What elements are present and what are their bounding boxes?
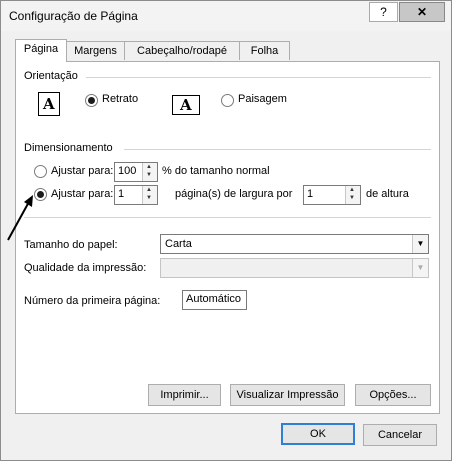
- chevron-down-icon[interactable]: ▼: [412, 259, 428, 277]
- portrait-label[interactable]: Retrato: [102, 93, 138, 105]
- options-button[interactable]: Opções...: [355, 384, 431, 406]
- title-bar: Configuração de Página ? ✕: [1, 1, 451, 31]
- first-page-value: Automático: [186, 293, 242, 305]
- pages-tall-spinner[interactable]: 1 ▲ ▼: [303, 185, 361, 205]
- paper-size-select[interactable]: Carta ▼: [160, 234, 429, 254]
- spin-up-icon[interactable]: ▲: [349, 187, 355, 194]
- pages-tall-value: 1: [307, 188, 314, 200]
- dialog-title: Configuração de Página: [9, 9, 138, 23]
- portrait-glyph: A: [43, 95, 55, 113]
- landscape-radio[interactable]: [221, 94, 234, 107]
- pages-tall-spinner-arrows[interactable]: ▲ ▼: [345, 186, 360, 204]
- pointer-arrow-icon: [7, 195, 33, 241]
- spin-down-icon[interactable]: ▼: [146, 172, 152, 179]
- percent-spinner-arrows[interactable]: ▲ ▼: [142, 163, 157, 181]
- landscape-label[interactable]: Paisagem: [238, 93, 287, 105]
- adjust-percent-radio[interactable]: [34, 165, 47, 178]
- pages-wide-spinner-arrows[interactable]: ▲ ▼: [142, 186, 157, 204]
- scaling-divider: [124, 149, 431, 150]
- paper-size-label: Tamanho do papel:: [24, 239, 118, 251]
- spin-down-icon[interactable]: ▼: [349, 195, 355, 202]
- print-quality-label: Qualidade da impressão:: [24, 262, 147, 274]
- page-setup-dialog: Configuração de Página ? ✕ Página Margen…: [0, 0, 452, 461]
- ok-button[interactable]: OK: [281, 423, 355, 445]
- cancel-button[interactable]: Cancelar: [363, 424, 437, 446]
- tab-sheet[interactable]: Folha: [239, 41, 290, 60]
- first-page-label: Número da primeira página:: [24, 295, 161, 307]
- paper-size-value: Carta: [165, 238, 192, 250]
- spin-down-icon[interactable]: ▼: [146, 195, 152, 202]
- landscape-glyph: A: [180, 96, 192, 114]
- pages-wide-spinner[interactable]: 1 ▲ ▼: [114, 185, 158, 205]
- close-button[interactable]: ✕: [399, 2, 445, 22]
- tab-margins[interactable]: Margens: [66, 41, 125, 60]
- adjust-percent-label[interactable]: Ajustar para:: [51, 165, 113, 177]
- print-quality-select[interactable]: ▼: [160, 258, 429, 278]
- orientation-group-label: Orientação: [24, 70, 78, 82]
- pages-tall-suffix: de altura: [366, 188, 409, 200]
- print-preview-button[interactable]: Visualizar Impressão: [230, 384, 345, 406]
- pages-wide-suffix: página(s) de largura por: [175, 188, 293, 200]
- tab-header-footer[interactable]: Cabeçalho/rodapé: [124, 41, 240, 60]
- percent-value: 100: [118, 165, 137, 177]
- pages-wide-value: 1: [118, 188, 125, 200]
- chevron-down-icon[interactable]: ▼: [412, 235, 428, 253]
- page-tab-panel: Orientação A Retrato A Paisagem Dimensio…: [7, 61, 440, 414]
- percent-suffix: % do tamanho normal: [162, 165, 270, 177]
- print-button[interactable]: Imprimir...: [148, 384, 221, 406]
- portrait-page-icon: A: [38, 92, 60, 116]
- spin-up-icon[interactable]: ▲: [146, 187, 152, 194]
- spin-up-icon[interactable]: ▲: [146, 164, 152, 171]
- help-button[interactable]: ?: [369, 2, 398, 22]
- scaling-group-label: Dimensionamento: [24, 142, 113, 154]
- landscape-page-icon: A: [172, 95, 200, 115]
- first-page-input[interactable]: Automático: [182, 290, 247, 310]
- scaling-bottom-divider: [24, 217, 431, 218]
- fit-to-pages-label[interactable]: Ajustar para:: [51, 188, 113, 200]
- portrait-radio[interactable]: [85, 94, 98, 107]
- tab-page[interactable]: Página: [15, 39, 67, 62]
- percent-spinner[interactable]: 100 ▲ ▼: [114, 162, 158, 182]
- orientation-divider: [86, 77, 431, 78]
